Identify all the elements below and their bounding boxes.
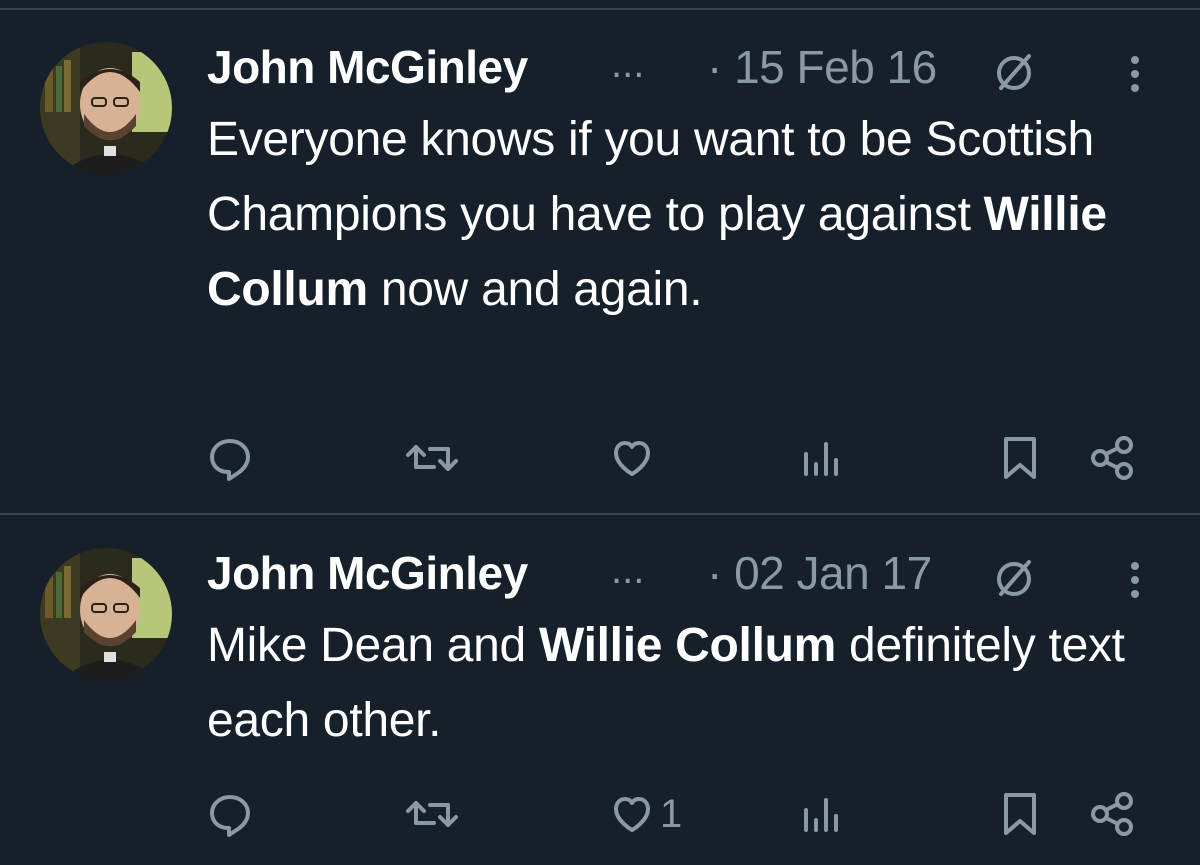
author-name[interactable]: John McGinley	[207, 546, 528, 600]
tweet-text-bold: Willie Collum	[539, 619, 837, 672]
reply-button[interactable]	[206, 784, 256, 844]
tweet-header: John McGinley ... · 02 Jan 17	[207, 546, 1167, 606]
tweet-text-part: Mike Dean and	[207, 619, 539, 672]
bookmark-button[interactable]	[1000, 784, 1040, 844]
tweet-text: Mike Dean and Willie Collum definitely t…	[207, 608, 1167, 758]
tweet-date[interactable]: · 15 Feb 16	[707, 40, 937, 94]
name-ellipsis: ...	[611, 42, 645, 86]
like-count: 1	[660, 791, 683, 836]
grok-icon[interactable]	[993, 52, 1035, 94]
heart-icon	[608, 434, 656, 482]
tweet[interactable]: John McGinley ... · 02 Jan 17 Mike Dean …	[0, 516, 1200, 865]
more-icon[interactable]	[1125, 558, 1145, 602]
share-icon	[1088, 789, 1138, 839]
tweet-text: Everyone knows if you want to be Scottis…	[207, 102, 1167, 327]
retweet-icon	[404, 789, 460, 839]
grok-icon[interactable]	[993, 558, 1035, 600]
tweet-date[interactable]: · 02 Jan 17	[707, 546, 932, 600]
more-icon[interactable]	[1125, 52, 1145, 96]
tweet-divider	[0, 513, 1200, 515]
heart-icon	[608, 790, 656, 838]
like-button[interactable]: 1	[608, 784, 682, 844]
reply-button[interactable]	[206, 428, 256, 488]
bookmark-icon	[1000, 789, 1040, 839]
tweet-actions: 1	[0, 784, 1200, 844]
views-button[interactable]	[800, 428, 848, 488]
views-button[interactable]	[800, 784, 848, 844]
retweet-icon	[404, 433, 460, 483]
tweet-text-part: Everyone knows if you want to be Scottis…	[207, 113, 1094, 241]
avatar[interactable]	[40, 548, 172, 680]
author-name[interactable]: John McGinley	[207, 40, 528, 94]
share-button[interactable]	[1088, 784, 1138, 844]
retweet-button[interactable]	[404, 428, 460, 488]
like-button[interactable]	[608, 428, 660, 488]
reply-icon	[206, 789, 256, 839]
tweet-actions	[0, 428, 1200, 488]
views-icon	[800, 434, 844, 482]
tweet-text-part: now and again.	[367, 263, 703, 316]
tweet-header: John McGinley ... · 15 Feb 16	[207, 40, 1167, 100]
share-button[interactable]	[1088, 428, 1138, 488]
retweet-button[interactable]	[404, 784, 460, 844]
top-divider	[0, 0, 1200, 10]
avatar[interactable]	[40, 42, 172, 174]
tweet[interactable]: John McGinley ... · 15 Feb 16 Everyone k…	[0, 10, 1200, 514]
views-icon	[800, 790, 844, 838]
bookmark-button[interactable]	[1000, 428, 1040, 488]
bookmark-icon	[1000, 433, 1040, 483]
reply-icon	[206, 433, 256, 483]
name-ellipsis: ...	[611, 548, 645, 592]
share-icon	[1088, 433, 1138, 483]
